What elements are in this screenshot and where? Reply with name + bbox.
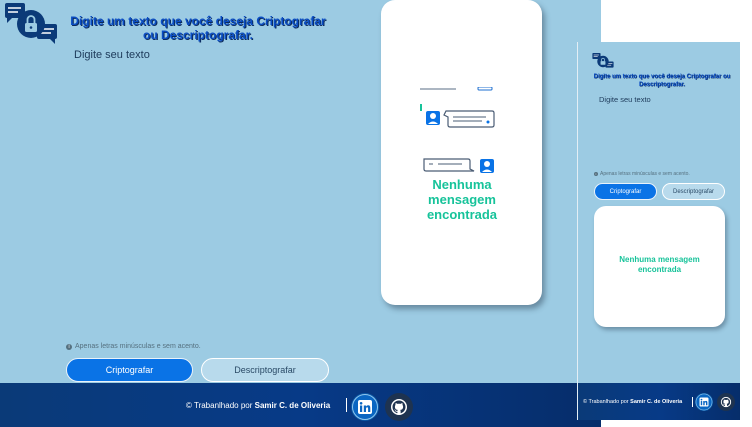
page-title: Digite um texto que você deseja Criptogr… (70, 14, 326, 42)
github-icon[interactable] (717, 393, 735, 411)
encrypt-button[interactable]: Criptografar (66, 358, 193, 382)
empty-message: Nenhuma mensagem encontrada (398, 177, 526, 222)
decrypt-button[interactable]: Descriptografar (201, 358, 329, 382)
desktop-view: Digite um texto que você deseja Criptogr… (0, 0, 601, 427)
empty-message-line: encontrada (637, 265, 682, 274)
footer-credit: © Trabanlhado por Samir C. de Oliveria (186, 401, 330, 410)
text-input[interactable]: Digite seu texto (74, 49, 150, 61)
footer-credit: © Trabanlhado por Samir C. de Oliveria (583, 399, 682, 405)
encrypt-button[interactable]: Criptografar (594, 183, 657, 200)
linkedin-icon[interactable] (695, 393, 713, 411)
input-hint-text: Apenas letras minúsculas e sem acento. (75, 343, 201, 350)
footer-divider (692, 397, 693, 407)
empty-message-line: Nenhuma (432, 177, 492, 192)
empty-message: Nenhuma mensagem encontrada (594, 255, 725, 275)
linkedin-icon[interactable] (351, 393, 379, 421)
text-input[interactable]: Digite seu texto (599, 95, 651, 104)
footer-author: Samir C. de Oliveria (630, 399, 683, 405)
footer-credit-prefix: © Trabanlhado por (186, 401, 253, 410)
input-hint: i Apenas letras minúsculas e sem acento. (66, 343, 201, 350)
page-title-line: Descriptografar. (638, 82, 686, 88)
github-icon[interactable] (385, 393, 413, 421)
info-icon: i (594, 172, 598, 176)
lock-chat-logo-icon (592, 52, 614, 68)
footer-author: Samir C. de Oliveria (254, 401, 331, 410)
footer-divider (346, 398, 347, 412)
page-title-line: Digite um texto que você deseja Criptogr… (70, 14, 326, 28)
input-hint-text: Apenas letras minúsculas e sem acento. (600, 171, 690, 177)
info-icon: i (66, 343, 72, 350)
chat-illustration-icon (398, 87, 522, 175)
page-title-line: Digite um texto que você deseja Criptogr… (593, 74, 731, 80)
input-hint: i Apenas letras minúsculas e sem acento. (594, 171, 690, 177)
footer-credit-prefix: © Trabanlhado por (583, 399, 629, 405)
page-title: Digite um texto que você deseja Criptogr… (592, 73, 732, 89)
decrypt-button[interactable]: Descriptografar (662, 183, 725, 200)
empty-message-line: mensagem (428, 192, 496, 207)
empty-message-line: encontrada (426, 207, 498, 222)
empty-message-line: Nenhuma mensagem (619, 255, 700, 264)
lock-chat-logo-icon (5, 3, 57, 44)
page-title-line: ou Descriptografar. (142, 28, 254, 42)
mobile-view: Digite um texto que você deseja Criptogr… (577, 42, 740, 420)
